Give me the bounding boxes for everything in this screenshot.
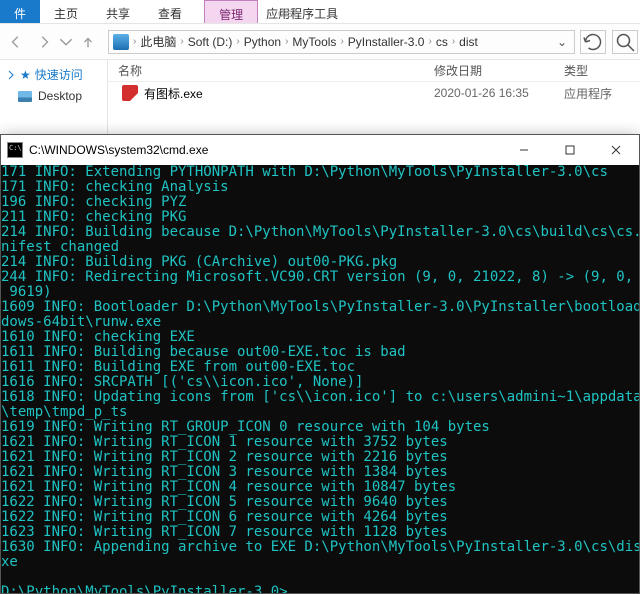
cmd-output[interactable]: 171 INFO: Extending PYTHONPATH with D:\P… <box>1 165 639 593</box>
ribbon: 件 主页 共享 查看 管理 dist 应用程序工具 <box>0 0 640 24</box>
tab-view[interactable]: 查看 <box>144 0 196 23</box>
breadcrumb[interactable]: › 此电脑› Soft (D:)› Python› MyTools› PyIns… <box>108 30 575 54</box>
recent-dropdown[interactable] <box>58 28 74 56</box>
cmd-titlebar[interactable]: C:\WINDOWS\system32\cmd.exe <box>1 135 639 165</box>
file-date: 2020-01-26 16:35 <box>434 86 564 100</box>
up-button[interactable] <box>74 28 102 56</box>
col-type[interactable]: 类型 <box>564 62 640 79</box>
col-name[interactable]: 名称 <box>118 62 434 79</box>
sidebar-quickaccess[interactable]: ★ 快速访问 <box>0 64 107 85</box>
sidebar-item-desktop[interactable]: Desktop <box>0 85 107 107</box>
minimize-button[interactable] <box>501 135 547 165</box>
bc-item[interactable]: 此电脑 <box>140 33 176 50</box>
bc-item[interactable]: dist <box>459 35 478 49</box>
exe-icon <box>122 85 138 101</box>
file-type: 应用程序 <box>564 85 640 102</box>
file-name: 有图标.exe <box>144 85 434 102</box>
forward-button[interactable] <box>30 28 58 56</box>
tab-share[interactable]: 共享 <box>92 0 144 23</box>
bc-item[interactable]: PyInstaller-3.0 <box>348 35 425 49</box>
bc-item[interactable]: Python <box>244 35 281 49</box>
bc-item[interactable]: Soft (D:) <box>188 35 233 49</box>
column-headers[interactable]: 名称 修改日期 类型 <box>108 60 640 82</box>
tab-manage[interactable]: 管理 <box>204 0 258 23</box>
bc-item[interactable]: MyTools <box>292 35 336 49</box>
maximize-button[interactable] <box>547 135 593 165</box>
chevron-right-icon: › <box>131 36 138 47</box>
address-bar: › 此电脑› Soft (D:)› Python› MyTools› PyIns… <box>0 24 640 60</box>
cmd-icon <box>7 142 23 158</box>
col-date[interactable]: 修改日期 <box>434 62 564 79</box>
tab-file[interactable]: 件 <box>0 0 40 23</box>
cmd-title: C:\WINDOWS\system32\cmd.exe <box>29 143 501 157</box>
tab-home[interactable]: 主页 <box>40 0 92 23</box>
cmd-window: C:\WINDOWS\system32\cmd.exe 171 INFO: Ex… <box>0 134 640 594</box>
back-button[interactable] <box>2 28 30 56</box>
refresh-button[interactable] <box>580 30 606 54</box>
sidebar-label: 快速访问 <box>35 66 83 83</box>
bc-item[interactable]: cs <box>436 35 448 49</box>
context-label-dist: dist <box>264 2 311 20</box>
desktop-icon <box>18 91 32 102</box>
table-row[interactable]: 有图标.exe 2020-01-26 16:35 应用程序 <box>108 82 640 104</box>
sidebar-label: Desktop <box>38 89 82 103</box>
close-button[interactable] <box>593 135 639 165</box>
path-dropdown[interactable]: ⌄ <box>554 35 570 49</box>
search-button[interactable] <box>612 30 638 54</box>
drive-icon <box>113 34 129 50</box>
